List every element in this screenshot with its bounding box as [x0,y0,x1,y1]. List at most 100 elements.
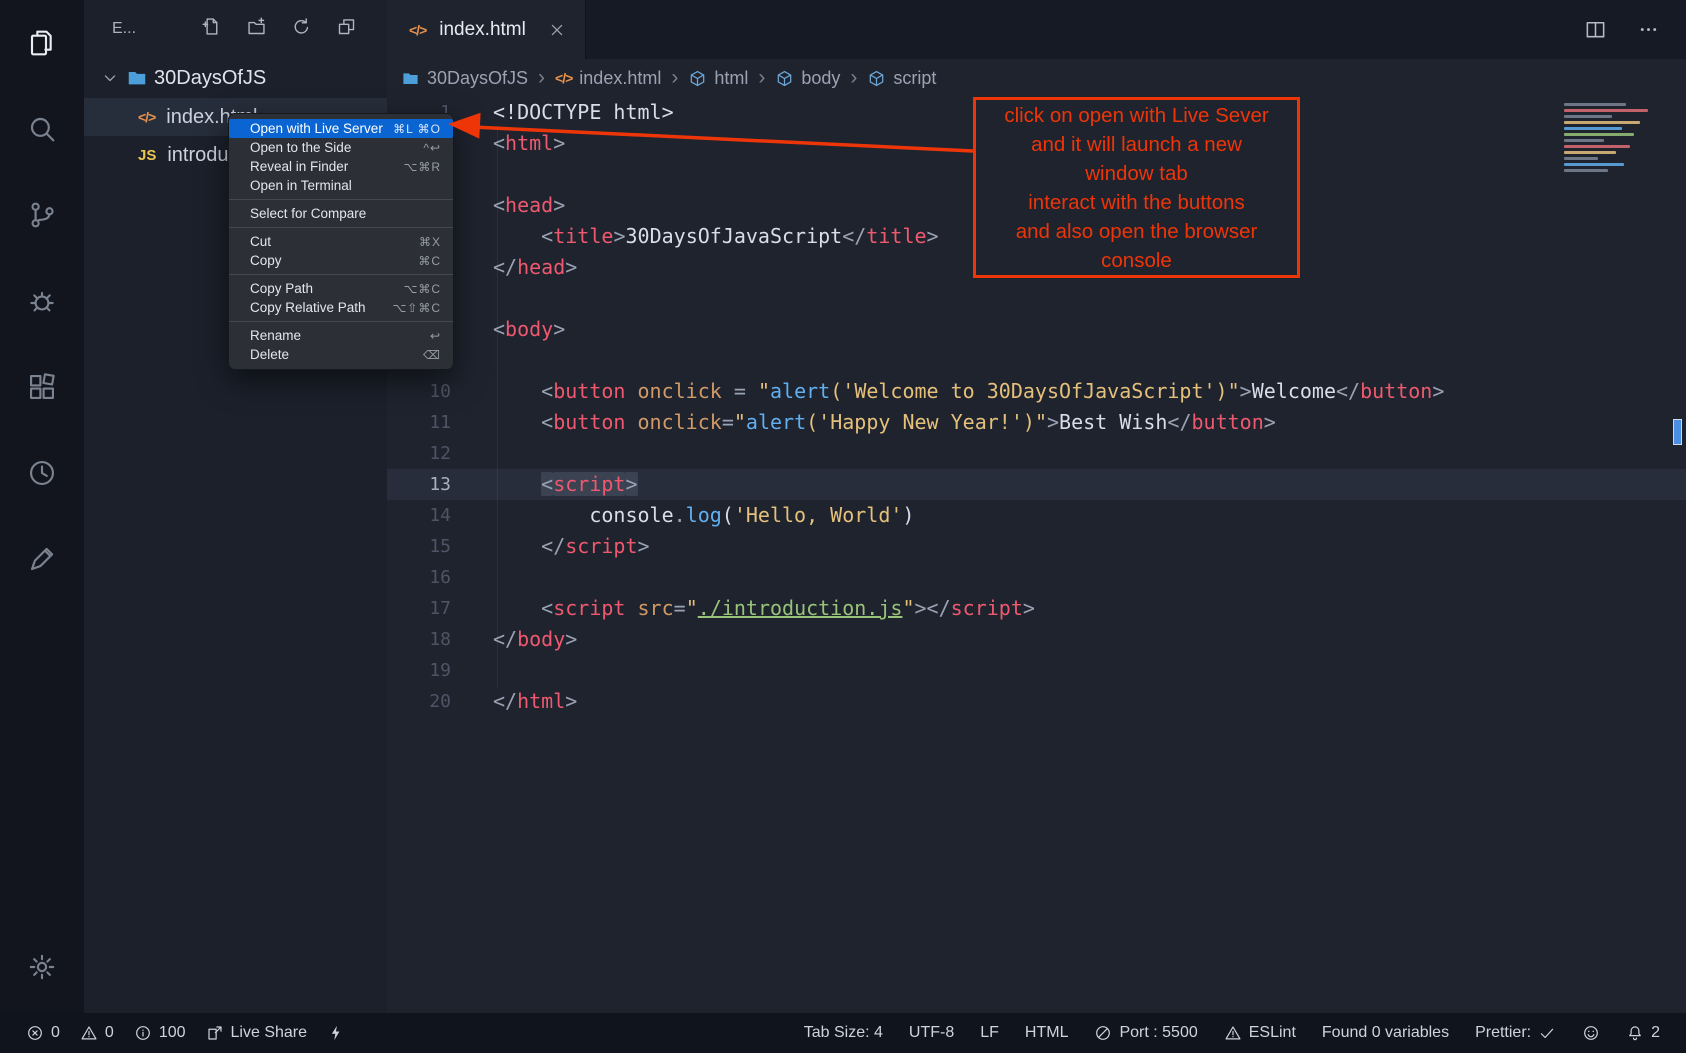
status-lf[interactable]: LF [980,1024,999,1042]
status-found-0-variables[interactable]: Found 0 variables [1322,1024,1449,1042]
minimap-line [1564,115,1612,118]
status-prettier[interactable]: Prettier: [1475,1024,1556,1042]
activity-search[interactable] [26,113,58,145]
status-0[interactable]: 0 [26,1024,60,1042]
search-icon [26,113,58,145]
status-label: Found 0 variables [1322,1024,1449,1042]
line-number: 20 [387,686,451,717]
crumb-label: body [801,68,840,89]
status-live-share[interactable]: Live Share [206,1024,308,1042]
code-line-7: 7 [387,283,1686,314]
status-0[interactable]: 0 [80,1024,114,1042]
code-line-19: 19 [387,655,1686,686]
split-editor-icon[interactable] [1584,18,1607,41]
menu-item-open-to-the-side[interactable]: Open to the Side^↩ [229,138,453,157]
code-line-16: 16 [387,562,1686,593]
minimap-line [1564,157,1598,160]
status-html[interactable]: HTML [1025,1024,1069,1042]
status-label: Port : 5500 [1119,1024,1197,1042]
live-share-icon [206,1024,224,1042]
menu-item-copy-path[interactable]: Copy Path⌥⌘C [229,279,453,298]
status-100[interactable]: 100 [134,1024,186,1042]
scrollbar-marker[interactable] [1673,419,1682,445]
status-right: Tab Size: 4 UTF-8 LF HTML Port : 5500 ESLint F… [804,1024,1660,1042]
minimap-line [1564,109,1648,112]
refresh-icon [291,16,312,37]
activity-bar [0,0,84,1013]
code-text: console.log('Hello, World') [451,500,914,531]
breadcrumb-body[interactable]: body [775,68,840,89]
tree-root-30daysofjs[interactable]: 30DaysOfJS [84,58,387,98]
menu-divider [229,227,453,228]
bell-icon [1626,1024,1644,1042]
menu-item-rename[interactable]: Rename↩ [229,326,453,345]
code-text: <title>30DaysOfJavaScript</title> [451,221,939,252]
minimap[interactable] [1564,103,1668,172]
status-bar: 0 0 100 Live Share Tab Size: 4 UTF-8 LF HTML Po… [0,1013,1686,1053]
code-text: <!DOCTYPE html> [451,97,674,128]
menu-item-select-for-compare[interactable]: Select for Compare [229,204,453,223]
status-port-5500[interactable]: Port : 5500 [1094,1024,1197,1042]
breadcrumb: 30DaysOfJS›</>index.html›html›body›scrip… [387,59,1686,97]
breadcrumb-index-html[interactable]: </>index.html [555,68,661,89]
tab-index-html[interactable]: </> index.html [387,0,586,59]
annotation-text: console [1101,246,1172,275]
menu-item-label: Select for Compare [250,206,366,221]
breadcrumb-separator-icon: › [850,66,857,90]
menu-item-delete[interactable]: Delete⌫ [229,345,453,364]
status-label: 100 [159,1024,186,1042]
menu-item-copy-relative-path[interactable]: Copy Relative Path⌥⇧⌘C [229,298,453,317]
menu-item-open-in-terminal[interactable]: Open in Terminal [229,176,453,195]
status-label: UTF-8 [909,1024,954,1042]
code-text [451,345,493,376]
activity-debug[interactable] [26,285,58,317]
status-tab-size-4[interactable]: Tab Size: 4 [804,1024,883,1042]
status-utf-8[interactable]: UTF-8 [909,1024,954,1042]
status-label: 0 [51,1024,60,1042]
status-flash[interactable] [327,1024,345,1042]
minimap-line [1564,169,1608,172]
activity-feedback[interactable] [26,543,58,575]
more-actions-icon[interactable] [1637,18,1660,41]
breadcrumb-30daysofjs[interactable]: 30DaysOfJS [401,68,528,89]
menu-item-label: Open with Live Server [250,121,383,136]
breadcrumb-html[interactable]: html [688,68,748,89]
status-label: Tab Size: 4 [804,1024,883,1042]
line-number: 19 [387,655,451,686]
menu-item-reveal-in-finder[interactable]: Reveal in Finder⌥⌘R [229,157,453,176]
code-text [451,438,493,469]
crumb-label: 30DaysOfJS [427,68,528,89]
status-left: 0 0 100 Live Share [26,1024,345,1042]
breadcrumb-script[interactable]: script [867,68,936,89]
settings-icon [26,951,58,983]
menu-item-cut[interactable]: Cut⌘X [229,232,453,251]
code-line-20: 20</html> [387,686,1686,717]
status-smiley[interactable] [1582,1024,1600,1042]
close-icon[interactable] [547,20,567,40]
tab-bar: </> index.html [387,0,1686,59]
sidebar-action-collapse-all[interactable] [336,16,357,42]
sidebar-action-new-folder[interactable] [246,16,267,42]
cube-icon [775,69,794,88]
menu-item-open-with-live-server[interactable]: Open with Live Server⌘L ⌘O [229,119,453,138]
activity-explorer[interactable] [26,27,58,59]
chevron-down-icon [100,68,120,88]
status-2[interactable]: 2 [1626,1024,1660,1042]
minimap-line [1564,127,1622,130]
activity-history[interactable] [26,457,58,489]
sidebar-action-new-file[interactable] [201,16,222,42]
code-line-18: 18</body> [387,624,1686,655]
line-number: 17 [387,593,451,624]
activity-settings[interactable] [26,951,58,983]
annotation-text: click on open with Live Sever [1004,101,1268,130]
line-number: 15 [387,531,451,562]
menu-item-copy[interactable]: Copy⌘C [229,251,453,270]
activity-source-control[interactable] [26,199,58,231]
status-eslint[interactable]: ESLint [1224,1024,1296,1042]
sidebar-action-refresh[interactable] [291,16,312,42]
minimap-line [1564,133,1634,136]
activity-extensions[interactable] [26,371,58,403]
code-line-15: 15 </script> [387,531,1686,562]
collapse-all-icon [336,16,357,37]
error-icon [26,1024,44,1042]
